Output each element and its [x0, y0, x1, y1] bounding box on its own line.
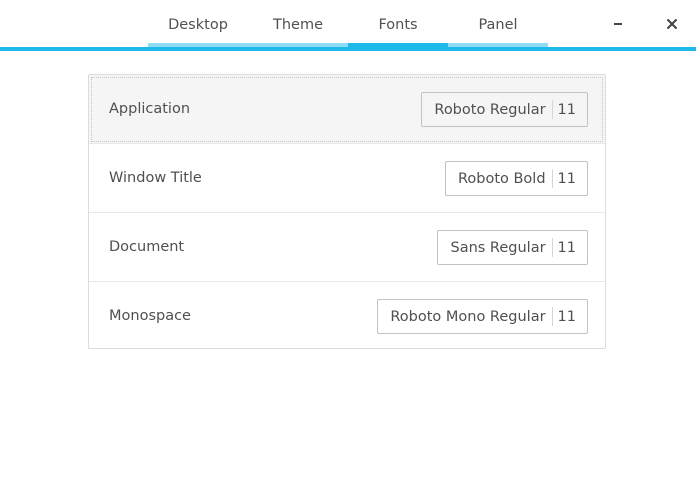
tab-theme[interactable]: Theme — [248, 0, 348, 47]
minimize-icon — [614, 23, 622, 25]
font-row-document[interactable]: Document Sans Regular 11 — [89, 213, 605, 282]
font-row-application[interactable]: Application Roboto Regular 11 — [89, 75, 605, 144]
document-font-button[interactable]: Sans Regular 11 — [437, 230, 588, 265]
font-size: 11 — [557, 170, 576, 187]
close-button[interactable] — [660, 12, 684, 36]
font-row-label: Application — [109, 101, 191, 117]
font-row-label: Document — [109, 239, 185, 255]
font-row-label: Window Title — [109, 170, 202, 186]
font-size: 11 — [557, 239, 576, 256]
tab-desktop[interactable]: Desktop — [148, 0, 248, 47]
settings-window: Desktop Theme Fonts Panel Application Ro… — [0, 0, 696, 490]
tab-fonts-label: Fonts — [378, 17, 418, 33]
font-name: Roboto Regular — [434, 101, 546, 118]
application-font-button[interactable]: Roboto Regular 11 — [421, 92, 588, 127]
header-accent-line — [0, 47, 696, 51]
fonts-panel: Application Roboto Regular 11 Window Tit… — [88, 74, 606, 349]
minimize-button[interactable] — [606, 12, 630, 36]
font-row-window-title[interactable]: Window Title Roboto Bold 11 — [89, 144, 605, 213]
tab-bar: Desktop Theme Fonts Panel — [148, 0, 548, 47]
font-name: Roboto Bold — [457, 170, 546, 187]
tab-panel-label: Panel — [478, 17, 518, 33]
window-title-font-button[interactable]: Roboto Bold 11 — [444, 161, 588, 196]
font-size: 11 — [557, 308, 576, 325]
header-bar: Desktop Theme Fonts Panel — [0, 0, 696, 52]
close-icon — [667, 19, 677, 29]
font-row-label: Monospace — [109, 308, 191, 324]
font-row-monospace[interactable]: Monospace Roboto Mono Regular 11 — [89, 282, 605, 351]
tab-panel[interactable]: Panel — [448, 0, 548, 47]
monospace-font-button[interactable]: Roboto Mono Regular 11 — [377, 299, 588, 334]
tab-fonts[interactable]: Fonts — [348, 0, 448, 47]
tab-desktop-label: Desktop — [168, 17, 228, 33]
font-name: Sans Regular — [450, 239, 546, 256]
font-name: Roboto Mono Regular — [390, 308, 546, 325]
tab-theme-label: Theme — [272, 17, 323, 33]
font-size: 11 — [557, 101, 576, 118]
